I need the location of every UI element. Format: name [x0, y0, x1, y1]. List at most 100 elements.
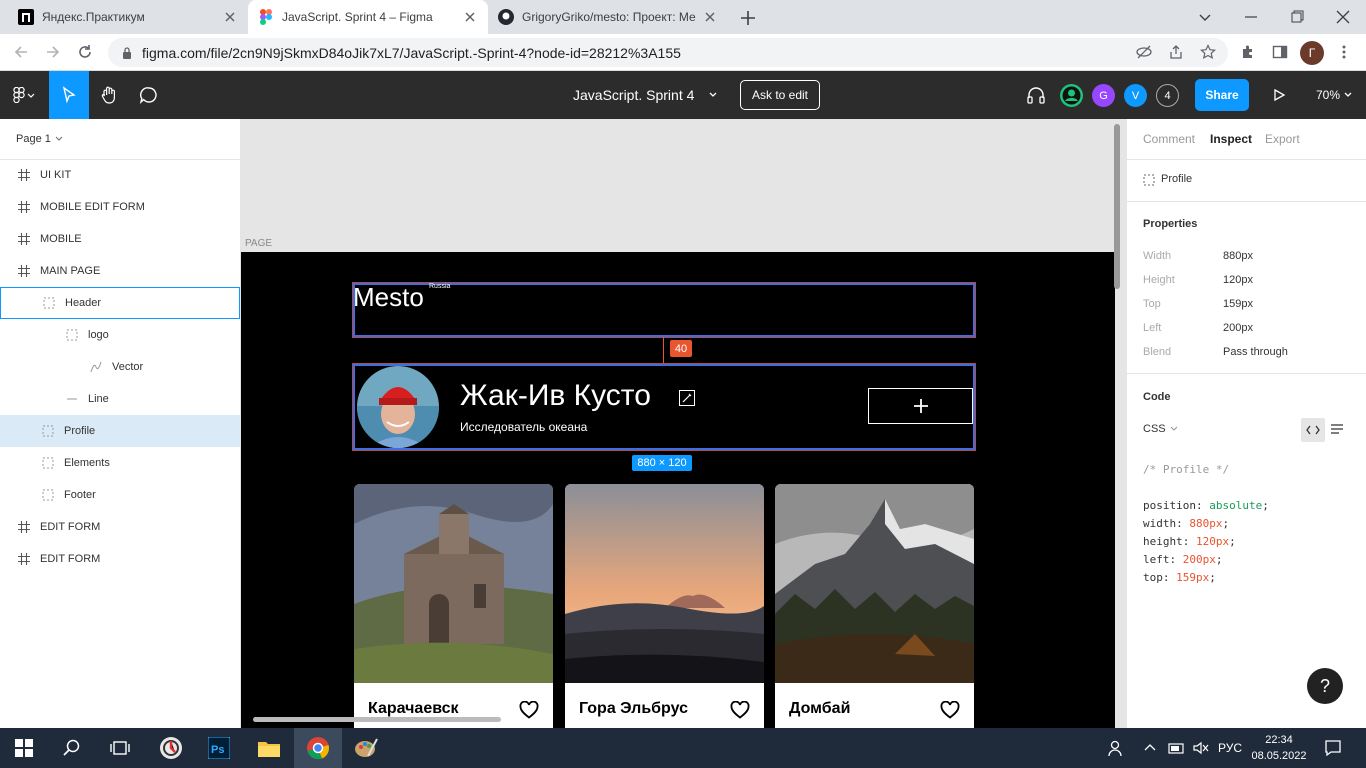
browser-tab-github[interactable]: GrigoryGriko/mesto: Проект: Ме — [488, 0, 728, 34]
chrome-menu-icon[interactable] — [1336, 44, 1352, 60]
browser-tab-praktikum[interactable]: Яндекс.Практикум — [8, 0, 248, 34]
viewer-count-badge[interactable]: 4 — [1156, 84, 1179, 107]
show-hidden-icons-chevron-icon[interactable] — [1143, 742, 1157, 752]
lock-icon[interactable] — [120, 46, 134, 60]
vertical-scrollbar[interactable] — [1114, 124, 1120, 289]
code-title: Code — [1143, 391, 1171, 403]
search-button[interactable] — [48, 728, 96, 768]
audio-headphones-icon[interactable] — [1026, 86, 1046, 104]
tab-inspect[interactable]: Inspect — [1210, 132, 1252, 146]
place-card[interactable]: Домбай — [775, 484, 974, 728]
people-icon[interactable] — [1108, 739, 1126, 757]
layer-item[interactable]: Profile — [0, 415, 240, 447]
list-view-icon[interactable] — [1330, 422, 1344, 436]
battery-icon[interactable] — [1166, 740, 1186, 756]
tab-export[interactable]: Export — [1265, 132, 1300, 146]
card-title: Домбай — [789, 700, 851, 717]
close-window-icon[interactable] — [1334, 8, 1352, 26]
share-page-icon[interactable] — [1168, 44, 1184, 60]
address-bar[interactable]: figma.com/file/2cn9N9jSkmxD84oJik7xL7/Ja… — [108, 38, 1228, 67]
back-icon[interactable] — [12, 43, 30, 61]
side-panel-icon[interactable] — [1272, 44, 1288, 60]
like-heart-icon[interactable] — [519, 701, 539, 719]
system-clock[interactable]: 22:34 08.05.2022 — [1250, 732, 1308, 764]
taskbar-app-yandex[interactable] — [147, 728, 195, 768]
task-view-button[interactable] — [96, 728, 144, 768]
property-key: Width — [1143, 250, 1172, 262]
layer-item[interactable]: MOBILE EDIT FORM — [0, 191, 240, 223]
move-tool-button[interactable] — [49, 71, 89, 119]
horizontal-scrollbar[interactable] — [253, 717, 501, 722]
forward-icon[interactable] — [44, 43, 62, 61]
layer-item[interactable]: EDIT FORM — [0, 511, 240, 543]
layer-item[interactable]: Vector — [0, 351, 240, 383]
layer-item[interactable]: UI KIT — [0, 159, 240, 191]
layer-item[interactable]: EDIT FORM — [0, 543, 240, 575]
design-canvas[interactable]: PAGE Mesto Russia 40 Жак-Ив Кусто Исслед… — [241, 119, 1126, 728]
place-card[interactable]: Карачаевск — [354, 484, 553, 728]
layer-item[interactable]: MOBILE — [0, 223, 240, 255]
close-tab-icon[interactable] — [462, 9, 478, 25]
ask-to-edit-button[interactable]: Ask to edit — [740, 80, 820, 110]
css-code-block[interactable]: /* Profile */position: absolute; width: 8… — [1143, 461, 1269, 587]
edit-profile-icon[interactable] — [679, 390, 695, 406]
notifications-icon[interactable] — [1324, 739, 1342, 757]
start-button[interactable] — [0, 728, 48, 768]
property-value[interactable]: 159px — [1223, 298, 1253, 310]
restore-icon[interactable] — [1288, 8, 1306, 26]
tab-search-chevron-icon[interactable] — [1196, 8, 1214, 26]
present-play-icon[interactable] — [1272, 88, 1286, 102]
comment-tool-button[interactable] — [129, 71, 169, 119]
like-heart-icon[interactable] — [730, 701, 750, 719]
layer-item[interactable]: Header — [0, 287, 240, 319]
extensions-puzzle-icon[interactable] — [1240, 44, 1256, 60]
layer-item[interactable]: Footer — [0, 479, 240, 511]
file-title[interactable]: JavaScript. Sprint 4 — [573, 87, 694, 103]
property-value[interactable]: 200px — [1223, 322, 1253, 334]
property-value[interactable]: 880px — [1223, 250, 1253, 262]
help-button[interactable]: ? — [1307, 668, 1343, 704]
hand-tool-button[interactable] — [89, 71, 129, 119]
page-selector[interactable]: Page 1 — [16, 133, 64, 145]
main-menu-button[interactable] — [4, 71, 44, 119]
taskbar-app-chrome[interactable] — [294, 728, 342, 768]
add-place-button[interactable] — [868, 388, 973, 424]
paint-palette-icon — [354, 736, 378, 760]
header-selection-box[interactable] — [352, 282, 976, 338]
layer-item[interactable]: MAIN PAGE — [0, 255, 240, 287]
layer-item[interactable]: Elements — [0, 447, 240, 479]
main-page-frame[interactable]: Mesto Russia 40 Жак-Ив Кусто Исследовате… — [241, 252, 1115, 728]
close-tab-icon[interactable] — [702, 9, 718, 25]
share-button[interactable]: Share — [1195, 79, 1249, 111]
bookmark-star-icon[interactable] — [1200, 44, 1216, 60]
taskbar-app-photoshop[interactable]: Ps — [195, 728, 243, 768]
layer-label: Vector — [112, 361, 144, 373]
frame-label[interactable]: PAGE — [245, 238, 272, 249]
tab-comment[interactable]: Comment — [1143, 132, 1195, 146]
collaborator-avatar-v[interactable]: V — [1124, 84, 1147, 107]
minimize-icon[interactable] — [1242, 8, 1260, 26]
browser-tab-figma[interactable]: JavaScript. Sprint 4 – Figma — [248, 0, 488, 34]
zoom-chevron-icon[interactable] — [1343, 91, 1353, 99]
like-heart-icon[interactable] — [940, 701, 960, 719]
zoom-level[interactable]: 70% — [1316, 88, 1340, 102]
taskbar-app-explorer[interactable] — [245, 728, 293, 768]
file-menu-chevron-icon[interactable] — [708, 91, 718, 99]
taskbar-app-paint[interactable] — [342, 728, 390, 768]
property-value[interactable]: Pass through — [1223, 346, 1288, 358]
collaborator-avatar[interactable] — [1060, 84, 1083, 107]
code-language-select[interactable]: CSS — [1143, 423, 1179, 435]
collaborator-avatar-g[interactable]: G — [1092, 84, 1115, 107]
code-view-icon[interactable] — [1301, 418, 1325, 442]
place-card[interactable]: Гора Эльбрус — [565, 484, 764, 728]
property-value[interactable]: 120px — [1223, 274, 1253, 286]
reload-icon[interactable] — [76, 43, 94, 61]
layer-item[interactable]: logo — [0, 319, 240, 351]
speaker-muted-icon[interactable] — [1192, 740, 1210, 756]
input-language[interactable]: РУС — [1218, 741, 1242, 755]
new-tab-icon[interactable] — [738, 8, 758, 28]
tracking-off-icon[interactable] — [1136, 44, 1152, 60]
close-tab-icon[interactable] — [222, 9, 238, 25]
layer-item[interactable]: Line — [0, 383, 240, 415]
browser-profile-avatar[interactable]: Г — [1300, 41, 1324, 65]
